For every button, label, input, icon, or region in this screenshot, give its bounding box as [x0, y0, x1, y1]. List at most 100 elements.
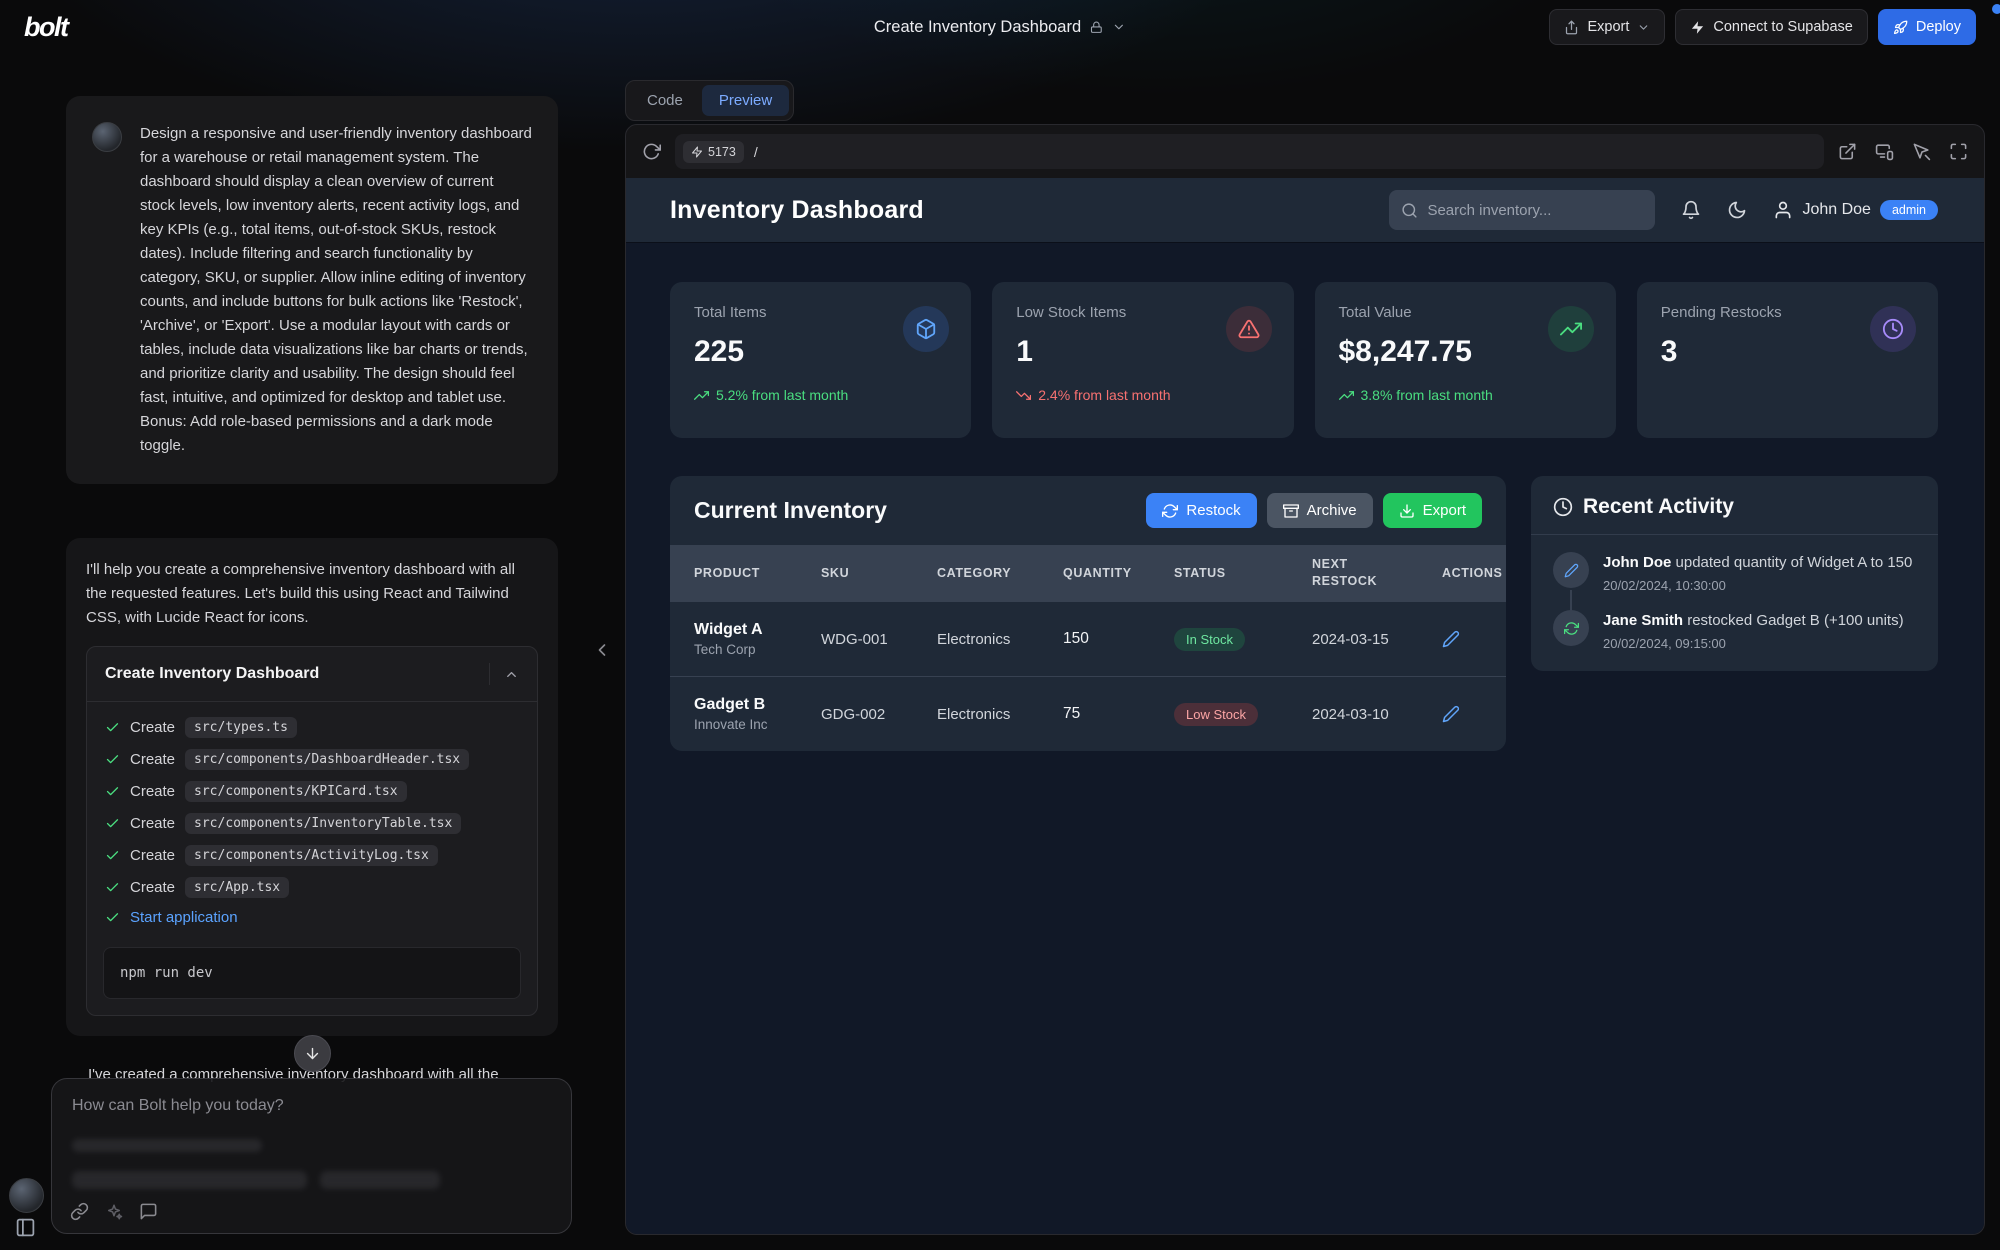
file-chip[interactable]: src/types.ts — [185, 717, 297, 738]
file-chip[interactable]: src/components/KPICard.tsx — [185, 781, 407, 802]
package-icon — [903, 306, 949, 352]
kpi-change: 5.2% from last month — [694, 387, 947, 403]
tab-preview[interactable]: Preview — [702, 85, 789, 116]
port-badge[interactable]: 5173 — [683, 141, 744, 163]
deploy-button[interactable]: Deploy — [1878, 9, 1976, 45]
preview-url-bar: 5173 / — [626, 125, 1984, 178]
supabase-icon — [1690, 20, 1705, 35]
refresh-icon — [1553, 610, 1589, 646]
fullscreen-icon[interactable] — [1949, 142, 1968, 161]
kpi-change: 2.4% from last month — [1016, 387, 1269, 403]
chat-mode-button[interactable] — [139, 1202, 158, 1221]
assistant-intro-text: I'll help you create a comprehensive inv… — [86, 558, 538, 630]
blurred-text — [72, 1171, 307, 1189]
refresh-icon — [1162, 503, 1178, 519]
collapse-chat-button[interactable] — [592, 640, 612, 660]
preview-app: Inventory Dashboard John Doe admin — [626, 178, 1984, 1234]
trending-up-icon — [1339, 388, 1354, 403]
user-avatar — [92, 122, 122, 152]
export-button[interactable]: Export — [1549, 9, 1665, 45]
sidebar-toggle-icon[interactable] — [15, 1217, 36, 1238]
search-icon — [1401, 202, 1418, 219]
scroll-to-bottom-button[interactable] — [294, 1035, 331, 1072]
notifications-bell-icon[interactable] — [1681, 200, 1701, 220]
kpi-grid: Total Items 225 5.2% from last month Low… — [670, 282, 1938, 438]
device-preview-icon[interactable] — [1875, 142, 1894, 161]
dark-mode-toggle-icon[interactable] — [1727, 200, 1747, 220]
product-cell: Widget A Tech Corp — [694, 621, 821, 657]
inspector-off-icon[interactable] — [1912, 142, 1931, 161]
rocket-icon — [1893, 20, 1908, 35]
activity-item: Jane Smith restocked Gadget B (+100 unit… — [1531, 593, 1938, 651]
chat-input-box[interactable] — [51, 1078, 572, 1234]
user-menu[interactable]: John Doe admin — [1773, 200, 1938, 220]
archive-button[interactable]: Archive — [1267, 493, 1373, 528]
project-title-group[interactable]: Create Inventory Dashboard — [874, 18, 1126, 37]
start-application-link[interactable]: Start application — [130, 909, 238, 926]
activity-header: Recent Activity — [1531, 476, 1938, 535]
user-icon — [1773, 200, 1793, 220]
edit-row-button[interactable] — [1442, 705, 1506, 723]
bolt-logo[interactable]: bolt — [24, 12, 67, 43]
blurred-text — [72, 1139, 262, 1152]
trending-down-icon — [1016, 388, 1031, 403]
search-input[interactable] — [1427, 202, 1643, 219]
file-chip[interactable]: src/components/InventoryTable.tsx — [185, 813, 461, 834]
activity-title: Recent Activity — [1583, 495, 1734, 519]
dashboard-body: Total Items 225 5.2% from last month Low… — [626, 242, 1984, 751]
role-badge: admin — [1880, 200, 1938, 220]
activity-timestamp: 20/02/2024, 10:30:00 — [1603, 578, 1912, 593]
collapse-plan-button[interactable] — [489, 663, 519, 685]
chevron-down-icon — [1637, 21, 1650, 34]
trending-up-icon — [694, 388, 709, 403]
trending-up-icon — [1548, 306, 1594, 352]
view-tabs: Code Preview — [625, 80, 794, 121]
enhance-prompt-button[interactable] — [105, 1203, 123, 1221]
file-chip[interactable]: src/components/ActivityLog.tsx — [185, 845, 438, 866]
export-label: Export — [1587, 19, 1629, 35]
check-icon — [105, 848, 120, 863]
plan-steps: Create src/types.ts Create src/component… — [87, 702, 537, 941]
table-row[interactable]: Widget A Tech Corp WDG-001 Electronics 1… — [670, 601, 1506, 676]
reload-icon[interactable] — [642, 142, 661, 161]
port-number: 5173 — [708, 145, 736, 159]
zap-icon — [691, 146, 703, 158]
connect-supabase-button[interactable]: Connect to Supabase — [1675, 9, 1867, 45]
dashboard-main-row: Current Inventory Restock Archive — [670, 476, 1938, 751]
chat-input[interactable] — [52, 1079, 571, 1123]
export-csv-button[interactable]: Export — [1383, 493, 1482, 528]
edit-row-button[interactable] — [1442, 630, 1506, 648]
status-badge: Low Stock — [1174, 703, 1258, 726]
url-input[interactable]: 5173 / — [675, 134, 1824, 169]
restock-button[interactable]: Restock — [1146, 493, 1256, 528]
product-cell: Gadget B Innovate Inc — [694, 696, 821, 732]
account-avatar[interactable] — [9, 1178, 44, 1213]
url-path: / — [754, 144, 758, 160]
activity-timestamp: 20/02/2024, 09:15:00 — [1603, 636, 1904, 651]
blurred-text — [320, 1171, 440, 1189]
plan-step: Create src/App.tsx — [105, 877, 519, 898]
clock-icon — [1553, 497, 1573, 517]
inventory-table-card: Current Inventory Restock Archive — [670, 476, 1506, 751]
search-box[interactable] — [1389, 190, 1655, 230]
plan-title: Create Inventory Dashboard — [105, 665, 319, 683]
file-chip[interactable]: src/App.tsx — [185, 877, 289, 898]
plan-card: Create Inventory Dashboard Create src/ty… — [86, 646, 538, 1016]
topbar-actions: Export Connect to Supabase Deploy — [1549, 9, 1976, 45]
table-header: PRODUCT SKU CATEGORY QUANTITY STATUS NEX… — [670, 545, 1506, 601]
share-icon — [1564, 20, 1579, 35]
table-row[interactable]: Gadget B Innovate Inc GDG-002 Electronic… — [670, 676, 1506, 751]
chevron-down-icon — [1112, 20, 1126, 34]
kpi-card-pending-restocks: Pending Restocks 3 — [1637, 282, 1938, 438]
app-title: Inventory Dashboard — [670, 196, 924, 225]
tab-code[interactable]: Code — [630, 85, 700, 116]
plan-step: Create src/components/ActivityLog.tsx — [105, 845, 519, 866]
plan-header: Create Inventory Dashboard — [87, 647, 537, 702]
open-external-icon[interactable] — [1838, 142, 1857, 161]
check-icon — [105, 752, 120, 767]
attach-link-button[interactable] — [70, 1202, 89, 1221]
check-icon — [105, 880, 120, 895]
status-badge: In Stock — [1174, 628, 1245, 651]
inventory-title: Current Inventory — [694, 497, 887, 524]
file-chip[interactable]: src/components/DashboardHeader.tsx — [185, 749, 469, 770]
